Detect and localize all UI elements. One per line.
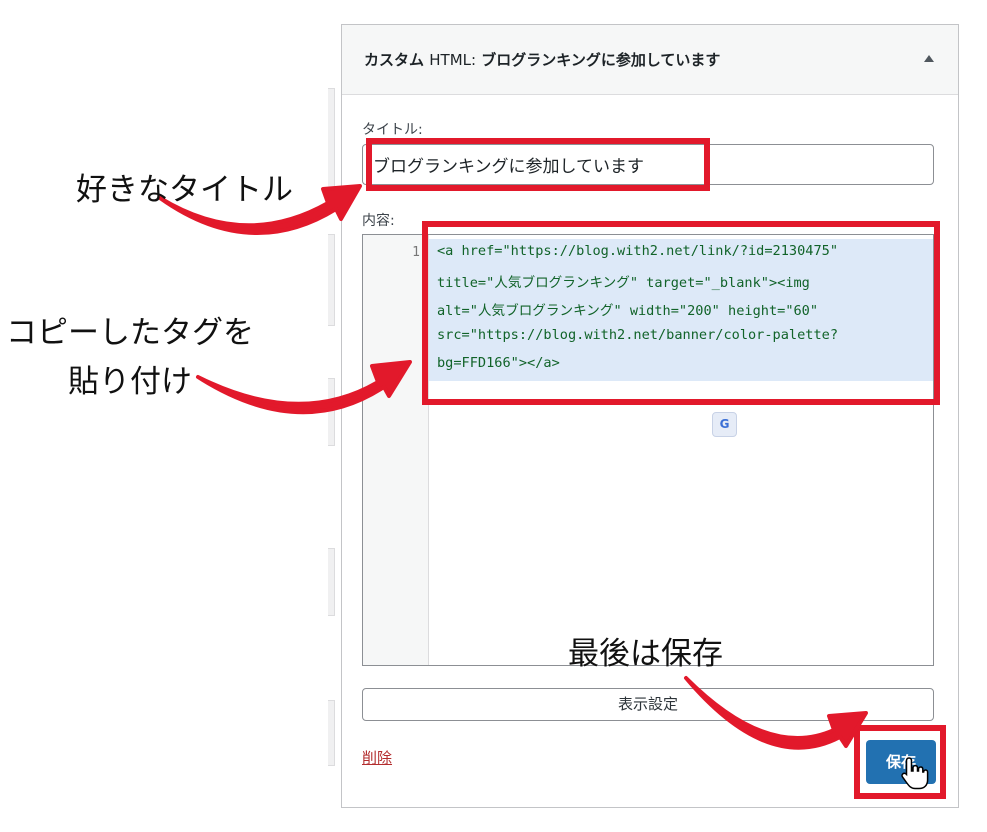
annotation-arrows	[158, 184, 868, 750]
annotation-favorite-title: 好きなタイトル	[76, 172, 293, 208]
annotation-finally-save: 最後は保存	[568, 636, 723, 672]
arrow-to-code	[196, 360, 412, 415]
annotation-paste-tag-2: 貼り付け	[68, 364, 192, 400]
arrow-to-save	[684, 676, 868, 750]
annotation-paste-tag-1: コピーしたタグを	[6, 315, 254, 351]
